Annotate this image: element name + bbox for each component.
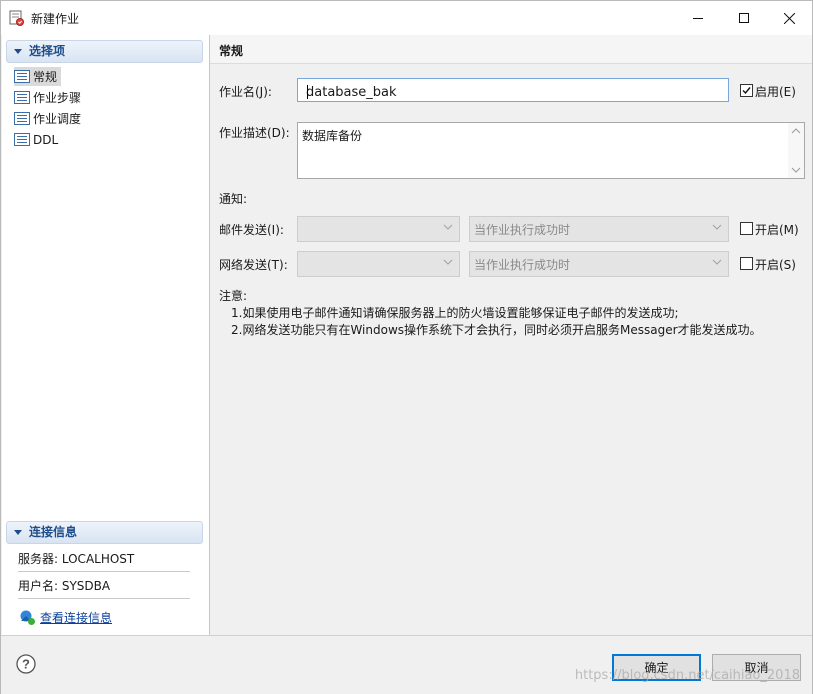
- mail-enable-checkbox[interactable]: [740, 222, 753, 235]
- chevron-down-icon: [443, 259, 453, 265]
- mail-condition-select[interactable]: 当作业执行成功时: [469, 216, 729, 242]
- note-line-1: 1.如果使用电子邮件通知请确保服务器上的防火墙设置能够保证电子邮件的发送成功;: [231, 306, 679, 320]
- net-enable-label: 开启(S): [755, 258, 796, 272]
- user-info: 用户名: SYSDBA: [18, 574, 190, 599]
- left-pane: 选择项 常规 作业步骤 作业调度 DDL 连接信息 服务器: LOCALHOST…: [2, 35, 210, 635]
- window-title: 新建作业: [31, 12, 80, 26]
- net-recipient-select[interactable]: [297, 251, 460, 277]
- notify-label: 通知:: [219, 192, 248, 206]
- net-condition-select[interactable]: 当作业执行成功时: [469, 251, 729, 277]
- enable-label: 启用(E): [755, 85, 796, 99]
- job-desc-textarea[interactable]: 数据库备份: [297, 122, 805, 179]
- nav-item-job-schedule[interactable]: 作业调度: [14, 109, 85, 128]
- panel-title: 常规: [219, 44, 244, 58]
- button-bar: ? 确定 取消 https://blog.csdn.net/caihiao_20…: [1, 635, 812, 694]
- enable-checkbox[interactable]: [740, 84, 753, 97]
- mail-recipient-select[interactable]: [297, 216, 460, 242]
- connection-section-header[interactable]: 连接信息: [6, 521, 203, 544]
- list-icon: [14, 91, 30, 104]
- nav-item-label: 作业步骤: [33, 91, 82, 105]
- general-panel: 常规 作业名(J): database_bak 启用(E) 作业描述(D): 数…: [210, 35, 812, 635]
- job-name-input[interactable]: database_bak: [297, 78, 729, 102]
- close-icon: [783, 12, 795, 24]
- net-enable-checkbox[interactable]: [740, 257, 753, 270]
- list-icon: [14, 133, 30, 146]
- collapse-triangle-icon: [14, 49, 22, 54]
- net-condition-value: 当作业执行成功时: [474, 258, 571, 272]
- list-icon: [14, 112, 30, 125]
- job-name-label: 作业名(J):: [219, 85, 272, 99]
- view-connection-info-link[interactable]: 查看连接信息: [18, 608, 112, 626]
- scroll-up-icon: [791, 128, 801, 134]
- svg-text:?: ?: [22, 657, 30, 672]
- nav-item-label: DDL: [33, 132, 59, 147]
- nav-item-general[interactable]: 常规: [14, 67, 62, 86]
- nav-item-label: 常规: [33, 70, 58, 84]
- chevron-down-icon: [712, 224, 722, 230]
- text-caret: [307, 85, 308, 99]
- options-section-header[interactable]: 选择项: [6, 40, 203, 63]
- maximize-button[interactable]: [721, 1, 767, 35]
- nav-item-ddl[interactable]: DDL: [14, 130, 62, 149]
- new-job-dialog: 新建作业 选择项 常规 作业步骤 作业调度 DDL 连接信息 服务器: LOCA…: [0, 0, 813, 694]
- nav-item-job-steps[interactable]: 作业步骤: [14, 88, 85, 107]
- collapse-triangle-icon: [14, 530, 22, 535]
- watermark: https://blog.csdn.net/caihiao_2018: [574, 668, 800, 683]
- job-desc-label: 作业描述(D):: [219, 126, 290, 140]
- minimize-button[interactable]: [675, 1, 721, 35]
- job-desc-value: 数据库备份: [302, 129, 363, 143]
- mail-label: 邮件发送(I):: [219, 223, 284, 237]
- scroll-down-icon: [791, 167, 801, 173]
- minimize-icon: [693, 18, 703, 19]
- note-line-2: 2.网络发送功能只有在Windows操作系统下才会执行，同时必须开启服务Mess…: [231, 323, 762, 337]
- net-label: 网络发送(T):: [219, 258, 288, 272]
- help-icon[interactable]: ?: [16, 654, 36, 674]
- close-button[interactable]: [766, 1, 812, 35]
- chevron-down-icon: [443, 224, 453, 230]
- note-label: 注意:: [219, 289, 248, 303]
- title-bar: 新建作业: [1, 1, 812, 35]
- server-info: 服务器: LOCALHOST: [18, 547, 190, 572]
- panel-header: 常规: [210, 35, 812, 64]
- mail-condition-value: 当作业执行成功时: [474, 223, 571, 237]
- mail-enable-label: 开启(M): [755, 223, 799, 237]
- app-icon: [9, 10, 24, 26]
- connection-icon: [20, 610, 35, 625]
- checkmark-icon: [742, 87, 751, 95]
- nav-item-label: 作业调度: [33, 112, 82, 126]
- desc-scrollbar[interactable]: [788, 123, 804, 178]
- list-icon: [14, 70, 30, 83]
- chevron-down-icon: [712, 259, 722, 265]
- maximize-icon: [739, 13, 749, 23]
